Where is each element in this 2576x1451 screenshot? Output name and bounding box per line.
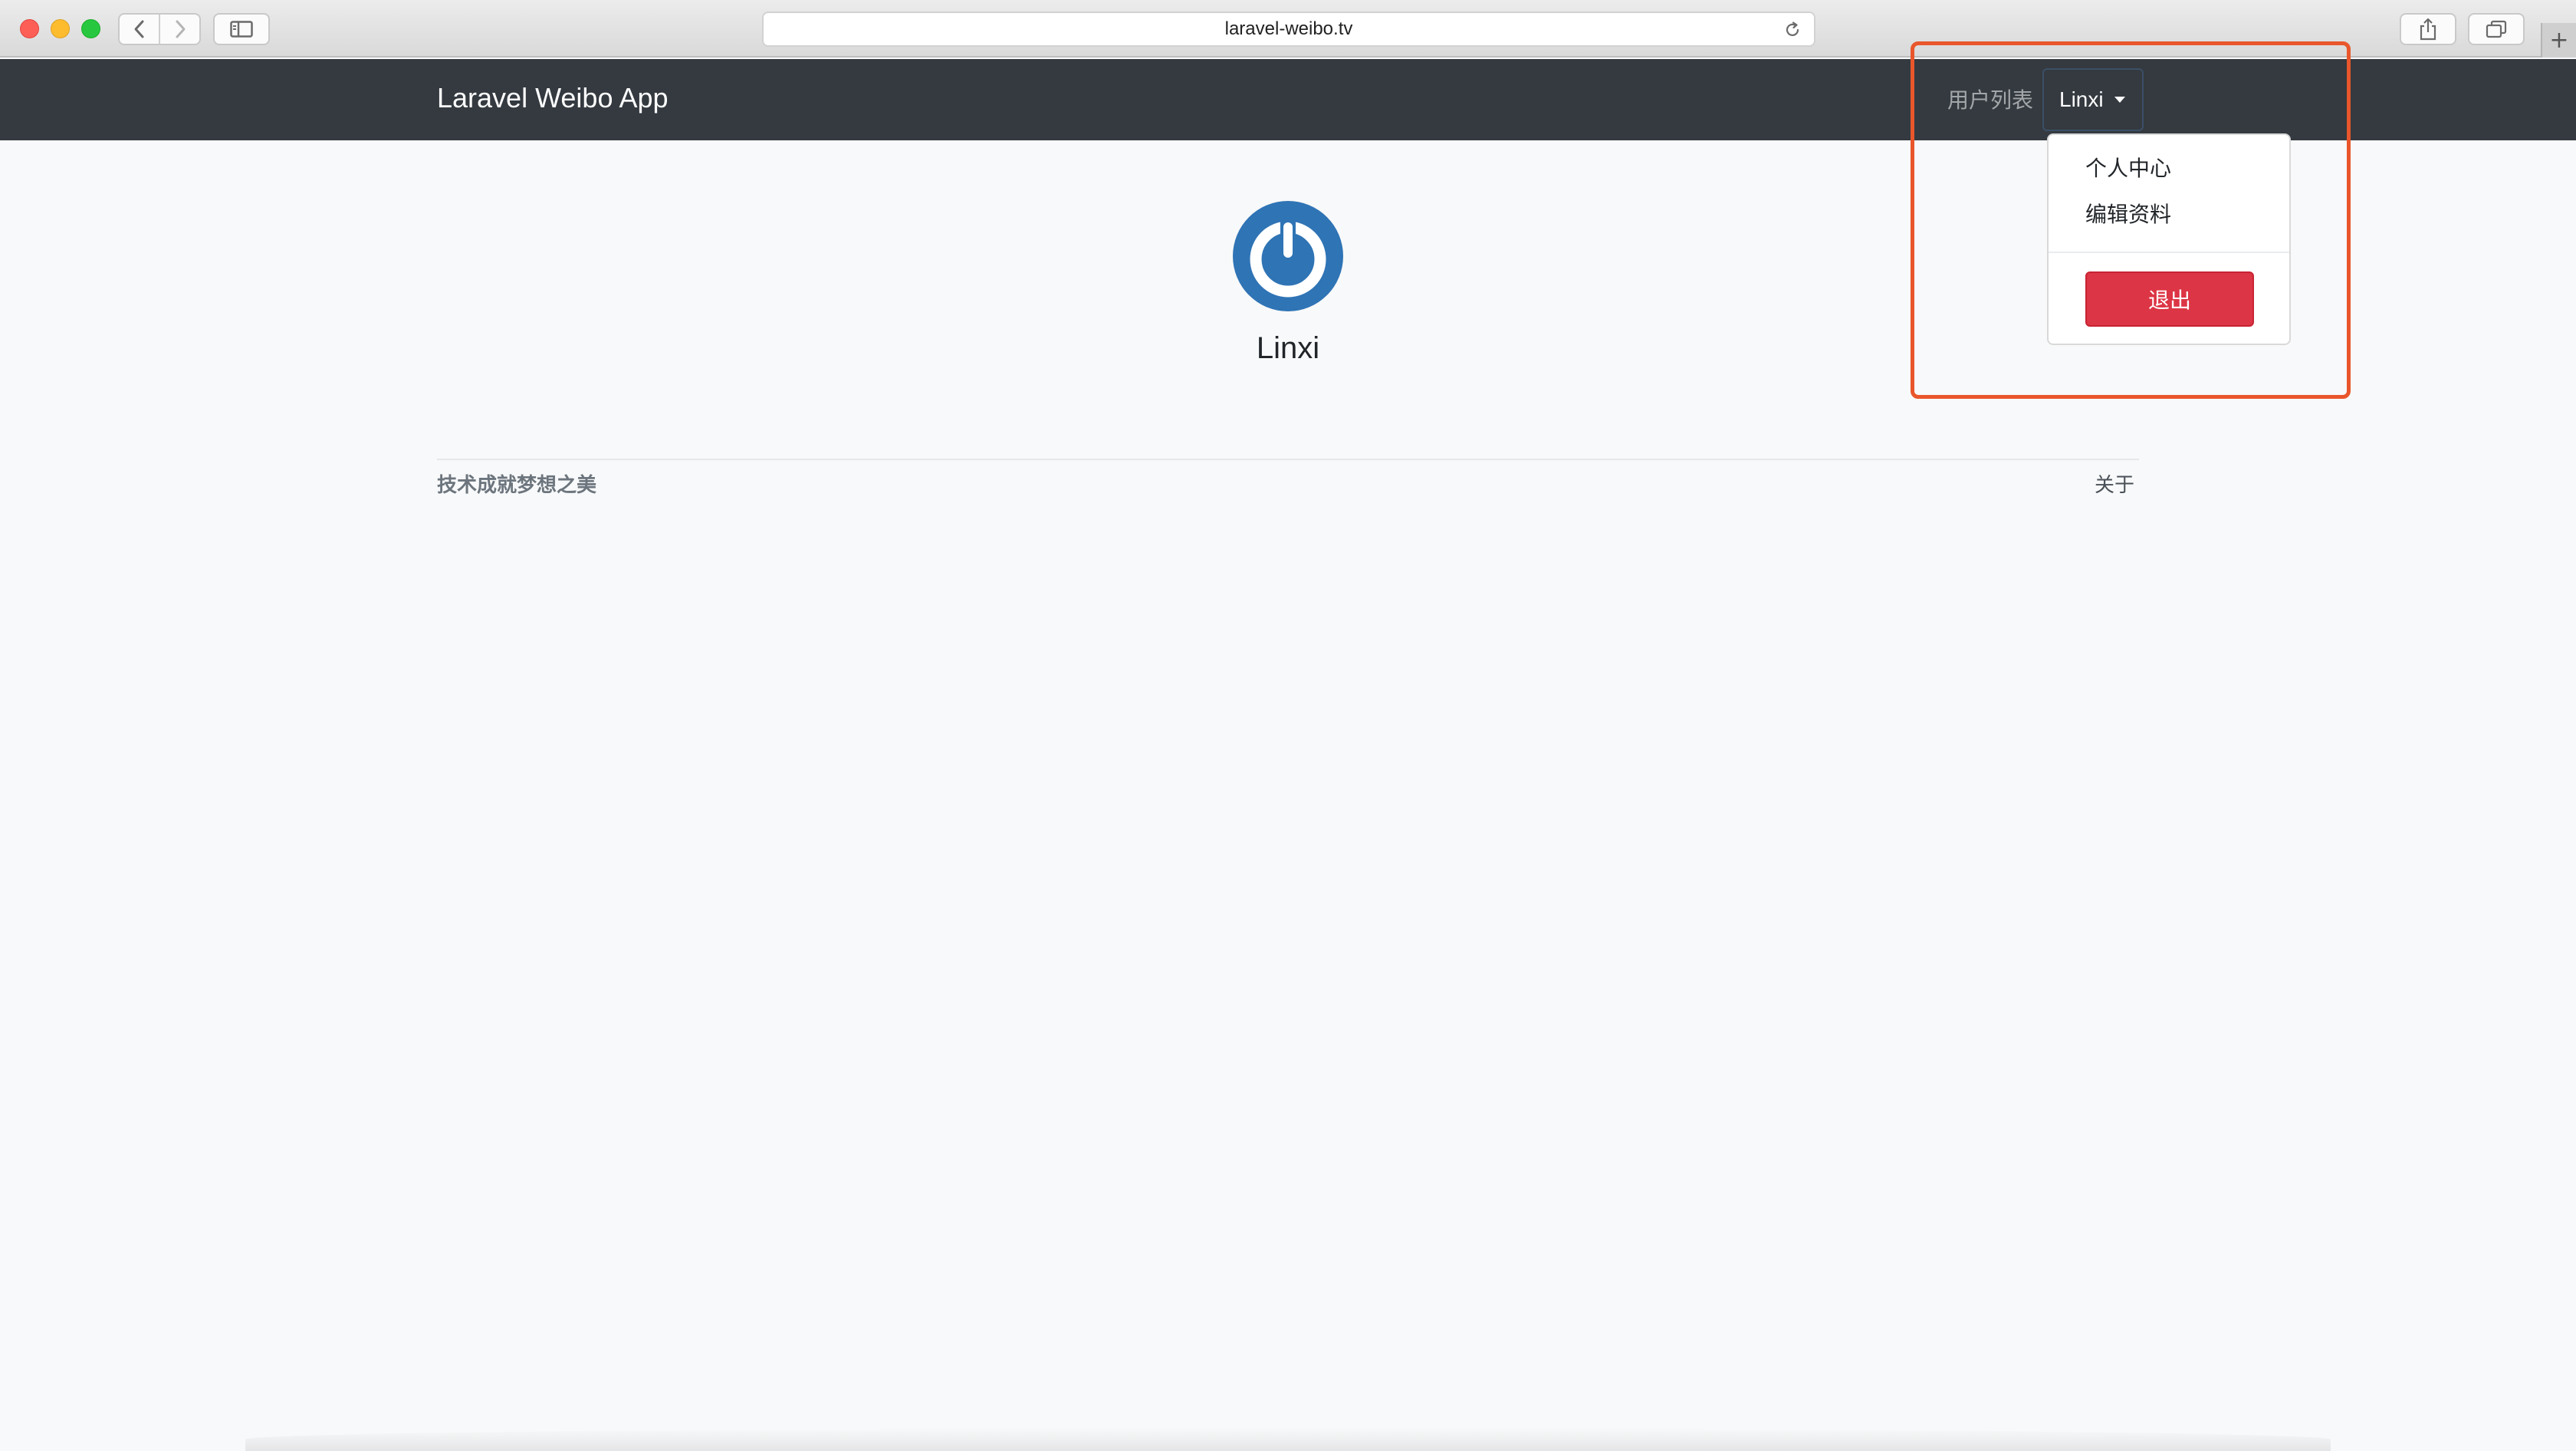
reload-icon[interactable]	[1783, 21, 1802, 39]
forward-button[interactable]	[159, 15, 199, 44]
window-bottom-shadow	[245, 1428, 2331, 1451]
back-button[interactable]	[120, 15, 159, 44]
address-bar[interactable]: laravel-weibo.tv	[762, 12, 1815, 47]
sidebar-icon	[230, 21, 253, 38]
annotation-highlight-box	[1911, 41, 2351, 399]
footer-about-link[interactable]: 关于	[2095, 469, 2134, 498]
tabs-icon	[2486, 20, 2507, 38]
gravatar-power-icon[interactable]	[1233, 201, 1343, 311]
footer-slogan: 技术成就梦想之美	[437, 474, 597, 497]
footer-divider	[437, 459, 2139, 460]
zoom-window-button[interactable]	[81, 19, 100, 38]
chevron-left-icon	[134, 20, 143, 38]
url-text: laravel-weibo.tv	[1224, 18, 1353, 39]
history-buttons	[118, 13, 201, 45]
profile-name: Linxi	[1256, 331, 1320, 365]
brand-link[interactable]: Laravel Weibo App	[437, 82, 669, 114]
close-window-button[interactable]	[20, 19, 39, 38]
new-tab-button[interactable]: +	[2541, 23, 2576, 58]
chevron-right-icon	[176, 20, 185, 38]
share-button[interactable]	[2400, 13, 2456, 45]
sidebar-toggle-button[interactable]	[213, 13, 270, 45]
show-tabs-button[interactable]	[2468, 13, 2525, 45]
share-icon	[2420, 18, 2436, 41]
minimize-window-button[interactable]	[51, 19, 70, 38]
